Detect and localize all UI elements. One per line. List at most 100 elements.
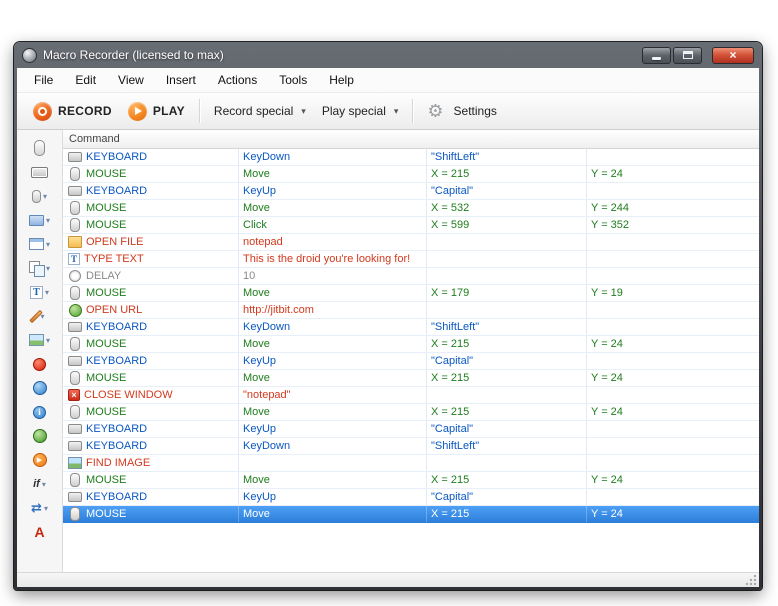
menu-file[interactable]: File [23, 70, 64, 90]
sidebar-item-info[interactable]: i [20, 400, 60, 424]
chevron-down-icon[interactable]: ▾ [42, 480, 46, 489]
menu-help[interactable]: Help [318, 70, 365, 90]
menu-view[interactable]: View [107, 70, 155, 90]
table-header[interactable]: Command [63, 130, 759, 149]
action-cell: 10 [239, 268, 427, 284]
chevron-down-icon[interactable]: ▾ [45, 288, 49, 297]
value2-cell [587, 234, 759, 250]
record-icon [33, 102, 52, 121]
play-button[interactable]: PLAY [120, 98, 193, 125]
table-row[interactable]: TTYPE TEXTThis is the droid you're looki… [63, 251, 759, 268]
table-row[interactable]: MOUSEMoveX = 532Y = 244 [63, 200, 759, 217]
value2-cell [587, 353, 759, 369]
sidebar-item-folder[interactable]: ▾ [20, 208, 60, 232]
action-cell: Move [239, 336, 427, 352]
value-cell: X = 215 [427, 370, 587, 386]
value-cell: X = 215 [427, 166, 587, 182]
sidebar-item-globe-blue[interactable] [20, 376, 60, 400]
chevron-down-icon[interactable]: ▾ [44, 504, 48, 513]
letter-a-icon: A [34, 524, 44, 540]
menu-edit[interactable]: Edit [64, 70, 107, 90]
sidebar-item-mouse-small[interactable]: ▾ [20, 184, 60, 208]
record-label: RECORD [58, 104, 112, 118]
value-cell: "ShiftLeft" [427, 438, 587, 454]
menu-insert[interactable]: Insert [155, 70, 207, 90]
keyboard-icon [68, 150, 82, 164]
sidebar-item-globe-green[interactable] [20, 424, 60, 448]
table-row[interactable]: MOUSEMoveX = 215Y = 24 [63, 166, 759, 183]
table-row[interactable]: KEYBOARDKeyUp"Capital" [63, 353, 759, 370]
chevron-down-icon[interactable]: ▾ [43, 192, 47, 201]
record-special-button[interactable]: Record special ▾ [206, 100, 314, 122]
value2-cell [587, 421, 759, 437]
command-label: KEYBOARD [86, 321, 147, 333]
table-row[interactable]: MOUSEMoveX = 179Y = 19 [63, 285, 759, 302]
maximize-button[interactable] [673, 47, 702, 64]
app-icon [22, 48, 37, 63]
record-dot-icon [33, 358, 46, 371]
sidebar-item-record-dot[interactable] [20, 352, 60, 376]
action-cell: Move [239, 285, 427, 301]
table-row[interactable]: MOUSEMoveX = 215Y = 24 [63, 472, 759, 489]
table-row[interactable]: KEYBOARDKeyUp"Capital" [63, 183, 759, 200]
table-row[interactable]: MOUSEMoveX = 215Y = 24 [63, 404, 759, 421]
titlebar[interactable]: Macro Recorder (licensed to max) × [14, 42, 762, 68]
sidebar-item-pen[interactable]: ▾ [20, 304, 60, 328]
table-row[interactable]: OPEN FILEnotepad [63, 234, 759, 251]
chevron-down-icon[interactable]: ▾ [46, 216, 50, 225]
play-label: PLAY [153, 104, 185, 118]
table-row[interactable]: OPEN URLhttp://jitbit.com [63, 302, 759, 319]
close-button[interactable]: × [712, 47, 754, 64]
play-special-button[interactable]: Play special ▾ [314, 100, 407, 122]
value2-cell: Y = 24 [587, 336, 759, 352]
command-label: OPEN URL [86, 304, 142, 316]
action-cell: KeyDown [239, 149, 427, 165]
sidebar-item-if[interactable]: if▾ [20, 472, 60, 496]
command-label: DELAY [86, 270, 121, 282]
chevron-down-icon: ▾ [301, 106, 306, 117]
action-cell: Click [239, 217, 427, 233]
table-row[interactable]: MOUSEMoveX = 215Y = 24 [63, 506, 759, 523]
sidebar-item-letter-a[interactable]: A [20, 520, 60, 544]
menu-tools[interactable]: Tools [268, 70, 318, 90]
record-button[interactable]: RECORD [25, 98, 120, 125]
sidebar-item-loop[interactable]: ⇄▾ [20, 496, 60, 520]
sidebar-item-mouse[interactable] [20, 136, 60, 160]
chevron-down-icon[interactable]: ▾ [46, 336, 50, 345]
if-icon: if [33, 478, 40, 490]
table-row[interactable]: KEYBOARDKeyUp"Capital" [63, 489, 759, 506]
sidebar-item-keyboard[interactable] [20, 160, 60, 184]
sidebar-item-image[interactable]: ▾ [20, 328, 60, 352]
sidebar-item-window[interactable]: ▾ [20, 232, 60, 256]
value2-cell [587, 302, 759, 318]
mouse-icon [68, 337, 82, 351]
table-row[interactable]: FIND IMAGE [63, 455, 759, 472]
chevron-down-icon[interactable]: ▾ [46, 240, 50, 249]
sidebar: ▾▾▾▾T▾▾▾i▶if▾⇄▾A [17, 130, 63, 572]
table-row[interactable]: KEYBOARDKeyDown"ShiftLeft" [63, 319, 759, 336]
table-row[interactable]: MOUSEClickX = 599Y = 352 [63, 217, 759, 234]
table-row[interactable]: ×CLOSE WINDOW"notepad" [63, 387, 759, 404]
value-cell [427, 387, 587, 403]
minimize-icon [652, 57, 661, 60]
table-row[interactable]: MOUSEMoveX = 215Y = 24 [63, 336, 759, 353]
table-row[interactable]: DELAY 10 [63, 268, 759, 285]
settings-button[interactable]: ⚙ Settings [419, 98, 505, 124]
resize-grip-icon[interactable] [745, 574, 757, 586]
action-cell [239, 455, 427, 471]
app-window: Macro Recorder (licensed to max) × FileE… [14, 42, 762, 590]
chevron-down-icon[interactable]: ▾ [46, 264, 50, 273]
action-cell: Move [239, 404, 427, 420]
table-row[interactable]: KEYBOARDKeyDown"ShiftLeft" [63, 438, 759, 455]
mouse-icon [34, 140, 45, 156]
command-label: KEYBOARD [86, 440, 147, 452]
table-row[interactable]: KEYBOARDKeyUp"Capital" [63, 421, 759, 438]
table-row[interactable]: KEYBOARDKeyDown"ShiftLeft" [63, 149, 759, 166]
minimize-button[interactable] [642, 47, 671, 64]
sidebar-item-play[interactable]: ▶ [20, 448, 60, 472]
table-row[interactable]: MOUSEMoveX = 215Y = 24 [63, 370, 759, 387]
value2-cell [587, 183, 759, 199]
sidebar-item-type-text[interactable]: T▾ [20, 280, 60, 304]
menu-actions[interactable]: Actions [207, 70, 268, 90]
sidebar-item-copy[interactable]: ▾ [20, 256, 60, 280]
